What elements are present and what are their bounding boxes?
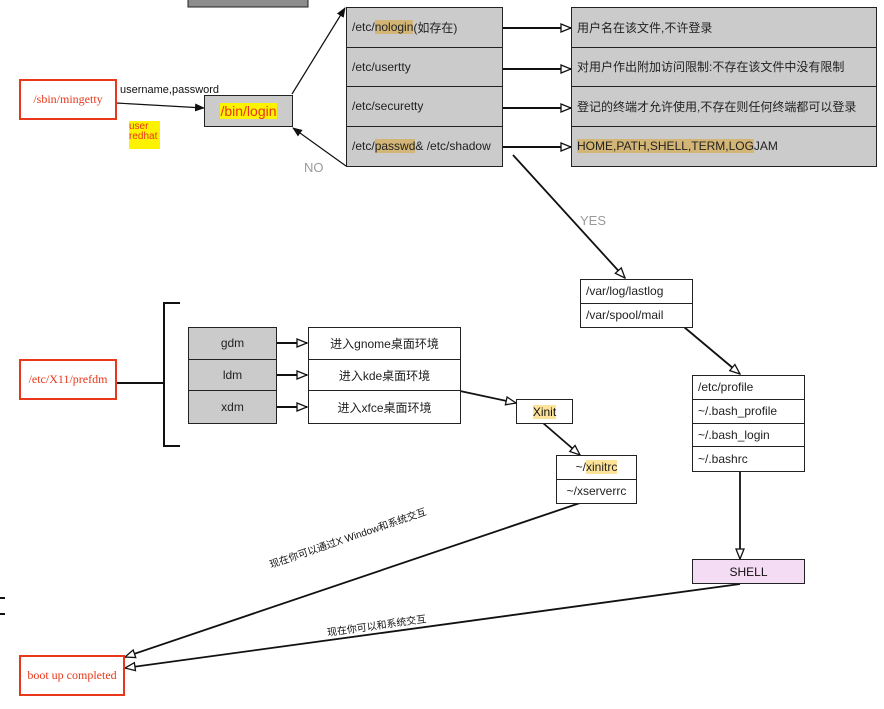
check-prefix: /etc/securetty: [352, 99, 424, 114]
bin-login-label: /bin/login: [220, 103, 277, 119]
desc-text: 对用户作出附加访问限制:不存在该文件中没有限制: [577, 60, 845, 75]
check-highlight: nologin: [374, 20, 414, 35]
desc-row-nologin: 用户名在该文件,不许登录: [572, 8, 876, 48]
desc-row-passwd: HOME,PATH,SHELL,TERM,LOG JAM: [572, 127, 876, 166]
desc-text: 用户名在该文件,不许登录: [577, 20, 713, 35]
profile-file: ~/.bashrc: [698, 452, 748, 467]
check-prefix: /etc/usertty: [352, 59, 411, 74]
edge-var-profile: [683, 326, 740, 374]
check-row-nologin: /etc/nologin (如存在): [347, 8, 502, 48]
login-checks-table: /etc/nologin (如存在) /etc/usertty /etc/secu…: [346, 7, 503, 167]
prefdm-label: /etc/X11/prefdm: [28, 372, 108, 386]
mingetty-label: /sbin/mingetty: [33, 92, 103, 106]
dm-ldm: ldm: [189, 360, 276, 392]
var-files-box: /var/log/lastlog /var/spool/mail: [580, 279, 693, 328]
shell-label: SHELL: [729, 564, 768, 579]
desc-row-securetty: 登记的终端才允许使用,不存在则任何终端都可以登录: [572, 87, 876, 127]
mingetty-box: /sbin/mingetty: [19, 79, 117, 120]
yes-label: YES: [580, 213, 607, 228]
check-row-securetty: /etc/securetty: [347, 87, 502, 127]
check-prefix: /etc/: [352, 20, 375, 35]
check-prefix: /etc/: [352, 139, 375, 154]
desktops-table: 进入gnome桌面环境 进入kde桌面环境 进入xfce桌面环境: [308, 327, 461, 424]
boot-completed-label: boot up completed: [27, 668, 117, 682]
credentials-password: redhat: [129, 131, 158, 142]
top-partial-box: [187, 0, 309, 8]
credentials-note: user redhat: [129, 121, 160, 149]
desc-highlight: HOME,PATH,SHELL,TERM,LOG: [577, 139, 754, 154]
boot-completed-box: boot up completed: [19, 655, 125, 696]
profile-file: ~/.bash_login: [693, 424, 804, 448]
xinit-label: Xinit: [532, 404, 557, 419]
profile-file: /etc/profile: [693, 376, 804, 400]
x-file-xserverrc: ~/xserverrc: [557, 480, 636, 503]
check-row-passwd: /etc/passwd & /etc/shadow: [347, 127, 502, 166]
prefdm-box: /etc/X11/prefdm: [19, 359, 117, 400]
x-file-prefix: ~/: [575, 460, 586, 475]
desktop-xfce: 进入xfce桌面环境: [337, 400, 432, 415]
dm-xdm: xdm: [221, 400, 244, 415]
check-suffix: (如存在): [413, 20, 458, 35]
x-file-highlight: xinitrc: [586, 460, 618, 475]
no-label: NO: [304, 160, 324, 175]
desktop-gnome: 进入gnome桌面环境: [309, 328, 460, 360]
x-files-box: ~/xinitrc ~/xserverrc: [556, 455, 637, 504]
desktop-kde: 进入kde桌面环境: [309, 360, 460, 392]
x-file-prefix: ~/xserverrc: [566, 484, 627, 499]
edge-xinit-xinitrc: [542, 422, 580, 455]
edge-login-checks: [291, 7, 346, 95]
check-row-usertty: /etc/usertty: [347, 48, 502, 87]
xinit-box: Xinit: [516, 399, 573, 424]
desc-text: JAM: [753, 139, 778, 154]
edge-desktop-xinit: [459, 390, 516, 403]
edge-yes-var: [512, 154, 625, 278]
bracket: [163, 302, 180, 447]
check-descriptions-table: 用户名在该文件,不许登录 对用户作出附加访问限制:不存在该文件中没有限制 登记的…: [571, 7, 877, 167]
display-managers-table: gdm ldm xdm: [188, 327, 277, 424]
check-highlight: passwd: [374, 139, 416, 154]
desc-text: 登记的终端才允许使用,不存在则任何终端都可以登录: [577, 99, 857, 114]
profile-files-box: /etc/profile ~/.bash_profile ~/.bash_log…: [692, 375, 805, 472]
shell-box: SHELL: [692, 559, 805, 584]
bin-login-box: /bin/login: [204, 95, 293, 127]
dm-gdm: gdm: [189, 328, 276, 360]
desc-row-usertty: 对用户作出附加访问限制:不存在该文件中没有限制: [572, 48, 876, 87]
profile-file: ~/.bash_profile: [693, 400, 804, 424]
edge-mingetty-login: [115, 102, 205, 112]
x-file-xinitrc: ~/xinitrc: [557, 456, 636, 480]
check-suffix: & /etc/shadow: [415, 139, 491, 154]
var-file-lastlog: /var/log/lastlog: [581, 280, 692, 304]
var-file-mail: /var/spool/mail: [586, 308, 664, 323]
